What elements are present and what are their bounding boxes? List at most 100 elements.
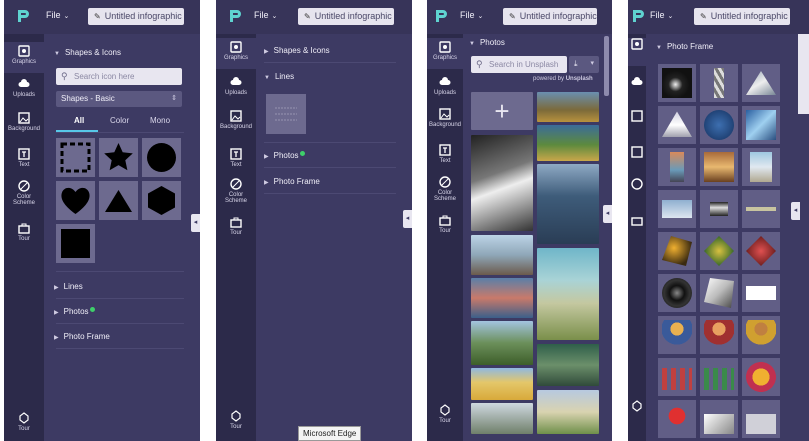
frame-tile[interactable]: [700, 400, 738, 438]
frame-tile[interactable]: [742, 274, 780, 312]
frame-tile[interactable]: [742, 64, 780, 102]
rail-item-background[interactable]: [628, 110, 646, 124]
frame-tile[interactable]: [658, 274, 696, 312]
section-header-photos[interactable]: ▶ Photos: [264, 151, 305, 160]
photo-thumbnail[interactable]: [471, 368, 533, 400]
tab-all[interactable]: All: [74, 116, 84, 125]
rail-item-color-scheme[interactable]: Color Scheme: [427, 176, 463, 202]
frame-tile[interactable]: [658, 148, 696, 186]
rail-item-text[interactable]: Text: [4, 148, 44, 168]
frame-tile[interactable]: [700, 358, 738, 396]
section-header-photos[interactable]: ▼ Photos: [469, 38, 505, 47]
frame-tile[interactable]: [658, 316, 696, 354]
shape-star[interactable]: [99, 138, 138, 177]
tab-color[interactable]: Color: [110, 116, 129, 125]
frame-tile[interactable]: [742, 148, 780, 186]
section-header-shapes-icons[interactable]: ▶ Shapes & Icons: [264, 46, 330, 55]
frame-tile[interactable]: [742, 106, 780, 144]
rail-item-color-scheme[interactable]: Color Scheme: [216, 178, 256, 204]
collapse-panel-button[interactable]: ◂: [403, 210, 412, 228]
frame-tile[interactable]: [700, 274, 738, 312]
photo-thumbnail[interactable]: [537, 344, 599, 386]
photo-thumbnail[interactable]: [537, 164, 599, 244]
rail-item-text[interactable]: [628, 146, 646, 160]
panel-scrollbar[interactable]: [604, 36, 609, 96]
photo-thumbnail[interactable]: [537, 248, 599, 340]
rail-item-text[interactable]: Text: [427, 144, 463, 164]
document-title[interactable]: ✎ Untitled infographic: [88, 8, 184, 25]
frame-tile[interactable]: [700, 106, 738, 144]
frame-tile[interactable]: [658, 64, 696, 102]
file-menu[interactable]: File ⌄: [254, 10, 277, 20]
collapse-panel-button[interactable]: ◂: [603, 205, 612, 223]
shape-heart[interactable]: [56, 181, 95, 220]
frame-tile[interactable]: [742, 232, 780, 270]
frame-tile[interactable]: [658, 358, 696, 396]
frame-tile[interactable]: [742, 400, 780, 438]
document-title[interactable]: ✎ Untitled infographic: [503, 8, 597, 25]
document-title[interactable]: ✎ Untitled infographic: [694, 8, 790, 25]
add-photo-button[interactable]: +: [471, 92, 533, 130]
tab-mono[interactable]: Mono: [150, 116, 170, 125]
frame-tile[interactable]: [700, 64, 738, 102]
photo-thumbnail[interactable]: [471, 278, 533, 318]
shape-triangle[interactable]: [99, 181, 138, 220]
rail-item-graphics[interactable]: Graphics: [427, 38, 463, 69]
powered-by-unsplash[interactable]: powered by Unsplash: [533, 76, 593, 82]
document-title[interactable]: ✎ Untitled infographic: [298, 8, 394, 25]
frame-tile[interactable]: [742, 316, 780, 354]
rail-item-graphics[interactable]: [628, 38, 646, 66]
section-header-photo-frame[interactable]: ▼ Photo Frame: [656, 42, 713, 51]
file-menu[interactable]: File ⌄: [650, 10, 673, 20]
rail-item-tour[interactable]: Tour: [216, 216, 256, 236]
rail-item-graphics[interactable]: Graphics: [4, 42, 44, 73]
rail-item-tour[interactable]: [628, 214, 646, 228]
rail-item-uploads[interactable]: Uploads: [427, 76, 463, 96]
frame-tile[interactable]: [742, 190, 780, 228]
upload-dropdown[interactable]: ⤓ ▾: [569, 56, 599, 73]
rail-item-tour[interactable]: Tour: [4, 222, 44, 242]
rail-item-graphics[interactable]: Graphics: [216, 38, 256, 69]
rail-item-background[interactable]: Background: [4, 112, 44, 132]
section-header-photo-frame[interactable]: ▶ Photo Frame: [264, 177, 320, 186]
shape-circle[interactable]: [142, 138, 181, 177]
photo-thumbnail[interactable]: [537, 390, 599, 434]
photo-thumbnail[interactable]: [537, 125, 599, 161]
rail-item-uploads[interactable]: [628, 76, 646, 90]
collapse-panel-button[interactable]: ◂: [791, 202, 800, 220]
rail-item-uploads[interactable]: Uploads: [216, 76, 256, 96]
shape-hexagon[interactable]: [142, 181, 181, 220]
shape-category-select[interactable]: Shapes - Basic ⇕: [56, 91, 182, 107]
rail-item-tour-bottom[interactable]: Tour: [4, 412, 44, 432]
unsplash-search-input[interactable]: ⚲ Search in Unsplash: [471, 56, 567, 73]
section-header-photos[interactable]: ▶ Photos: [54, 307, 95, 316]
icon-search-input[interactable]: ⚲ Search icon here: [56, 68, 182, 85]
photo-thumbnail[interactable]: [471, 235, 533, 275]
rail-item-background[interactable]: Background: [216, 110, 256, 130]
rail-item-uploads[interactable]: Uploads: [4, 78, 44, 98]
rail-item-tour-bottom[interactable]: Tour: [427, 404, 463, 424]
photo-thumbnail[interactable]: [537, 92, 599, 122]
frame-tile[interactable]: [658, 190, 696, 228]
frame-tile[interactable]: [700, 148, 738, 186]
line-style-tile[interactable]: [266, 94, 306, 134]
section-header-photo-frame[interactable]: ▶ Photo Frame: [54, 332, 110, 341]
rail-item-tour[interactable]: Tour: [427, 214, 463, 234]
rail-item-color-scheme[interactable]: Color Scheme: [4, 180, 44, 206]
shape-square[interactable]: [56, 224, 95, 263]
section-header-lines[interactable]: ▶ Lines: [54, 282, 83, 291]
photo-thumbnail[interactable]: [471, 403, 533, 434]
photo-thumbnail[interactable]: [471, 321, 533, 365]
rail-item-tour-bottom[interactable]: [628, 400, 646, 414]
frame-tile[interactable]: [742, 358, 780, 396]
file-menu[interactable]: File ⌄: [46, 10, 69, 20]
rail-item-tour-bottom[interactable]: Tour: [216, 410, 256, 430]
file-menu[interactable]: File ⌄: [460, 10, 483, 20]
rail-item-text[interactable]: Text: [216, 148, 256, 168]
section-header-shapes-icons[interactable]: ▼ Shapes & Icons: [54, 48, 121, 57]
rail-item-color-scheme[interactable]: [628, 178, 646, 192]
rail-item-background[interactable]: Background: [427, 108, 463, 128]
frame-tile[interactable]: [658, 400, 696, 438]
frame-tile[interactable]: [700, 232, 738, 270]
frame-tile[interactable]: [700, 190, 738, 228]
